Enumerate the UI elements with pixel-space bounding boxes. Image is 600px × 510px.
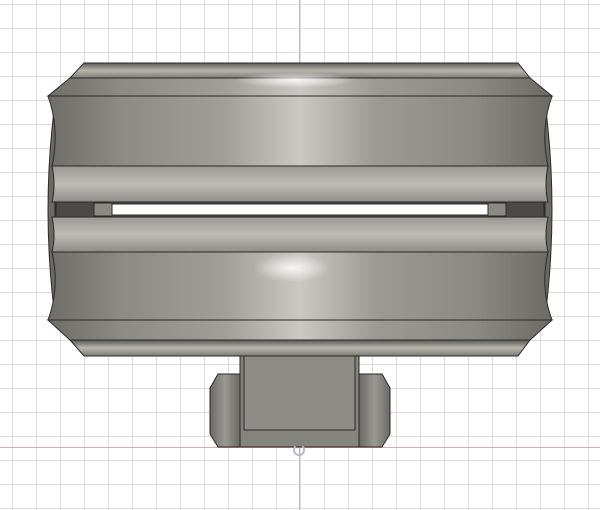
model-render[interactable]: [0, 0, 600, 510]
origin-indicator-icon: [293, 444, 305, 456]
top-rim: [46, 62, 554, 97]
cad-viewport[interactable]: [0, 0, 600, 510]
upper-body: [47, 95, 553, 203]
hub: [209, 355, 391, 448]
bottom-rim: [46, 319, 554, 357]
lower-body: [47, 216, 553, 321]
center-slot: [55, 201, 545, 218]
